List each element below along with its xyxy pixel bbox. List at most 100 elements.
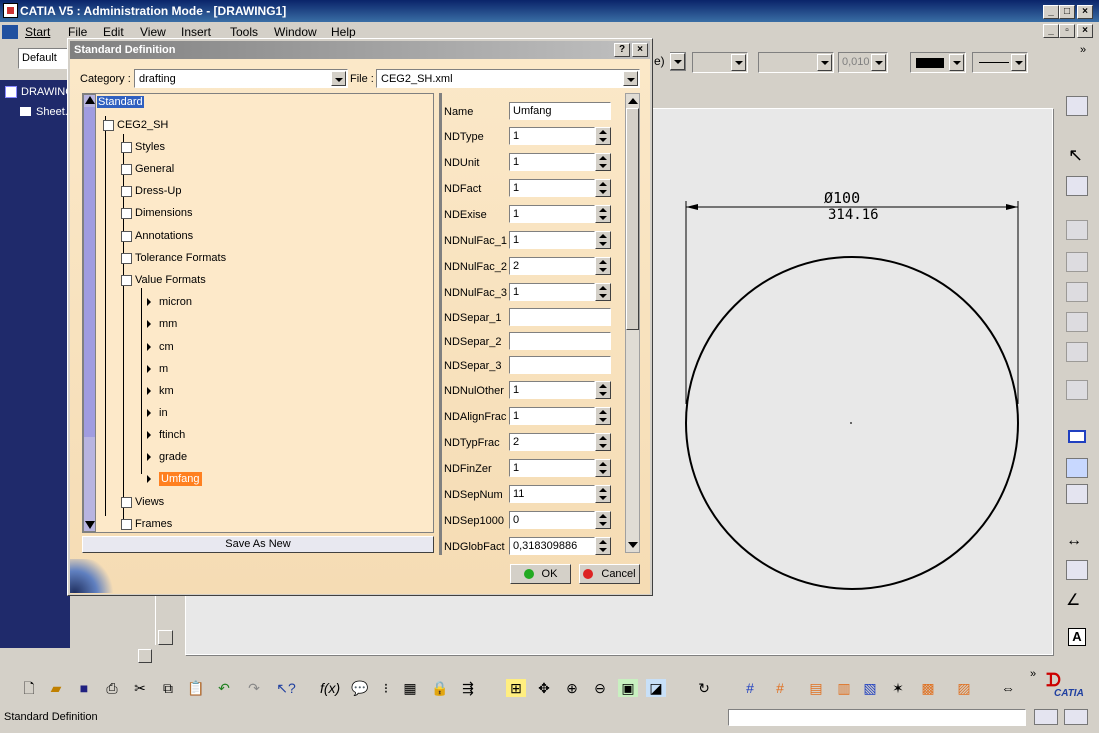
param-input-ndnulother[interactable]: 1 [509,381,595,399]
close-icon[interactable]: × [1077,5,1093,19]
new-icon[interactable]: 🗋 [19,679,39,697]
zoom-out-icon[interactable]: ⊖ [590,679,610,697]
analysis-icon[interactable]: ▤ [806,679,826,697]
tree-node-ftinch[interactable]: ftinch [147,429,185,441]
tree-node-frames[interactable]: Frames [121,518,172,530]
tree-node-ceg2[interactable]: CEG2_SH [103,119,168,131]
param-input-ndtype[interactable]: 1 [509,127,595,145]
param-input-ndfact[interactable]: 1 [509,179,595,197]
tree-node-micron[interactable]: micron [147,296,192,308]
section-view-icon[interactable] [1066,252,1088,272]
param-input-ndnulfac-2[interactable]: 2 [509,257,595,275]
param-input-ndsepar-3[interactable] [509,356,611,374]
menu-start[interactable]: Start [25,25,50,39]
knowledge-icon[interactable]: ⇶ [458,679,478,697]
clipping-icon[interactable] [1066,312,1088,332]
menu-window[interactable]: Window [274,25,317,39]
cancel-button[interactable]: Cancel [579,564,640,584]
save-icon[interactable]: ■ [74,679,94,697]
paste-icon[interactable]: 📋 [186,679,206,697]
param-input-ndfinzer[interactable]: 1 [509,459,595,477]
break-view-icon[interactable] [1066,342,1088,362]
toolbar-overflow-icon[interactable]: » [1080,44,1086,56]
size-combo[interactable] [692,52,748,73]
menu-view[interactable]: View [140,25,166,39]
dimension-icon[interactable]: ↔ [1066,532,1082,550]
undo-icon[interactable]: ↶ [214,679,234,697]
grid-toggle-icon[interactable]: # [740,679,760,697]
thickness-combo[interactable] [758,52,834,73]
tree-node-grade[interactable]: grade [147,451,187,463]
whats-this-icon[interactable]: ↖? [276,679,296,697]
spec-tree-root[interactable]: DRAWING [21,86,74,98]
doc-restore-icon[interactable]: ▫ [1059,24,1075,38]
minimize-icon[interactable]: _ [1043,5,1059,19]
points-icon[interactable] [1066,484,1088,504]
document-icon[interactable] [2,25,18,39]
comment-icon[interactable]: 💬 [350,679,370,697]
spinner-arrows-icon[interactable] [595,407,611,425]
spinner-arrows-icon[interactable] [595,485,611,503]
param-input-ndunit[interactable]: 1 [509,153,595,171]
frame-icon[interactable]: ▩ [918,679,938,697]
tree-node-umfang[interactable]: Umfang [147,472,202,486]
params-scroll-down-icon[interactable] [628,542,638,548]
spinner-arrows-icon[interactable] [595,127,611,145]
tree-node-styles[interactable]: Styles [121,141,165,153]
command-input[interactable] [728,709,1026,726]
view-icon[interactable] [1066,220,1088,240]
tree-scroll-thumb[interactable] [84,107,95,437]
bottom-toolbar-overflow-icon[interactable]: » [1030,668,1036,680]
tape-icon[interactable]: ⁝ [376,679,396,697]
tree-scroll-right-icon[interactable] [138,649,152,663]
doc-close-icon[interactable]: × [1077,24,1093,38]
tree-node-tolerance-formats[interactable]: Tolerance Formats [121,252,226,264]
linetype-combo[interactable] [972,52,1028,73]
tree-hscroll[interactable] [0,648,155,664]
params-scroll-up-icon[interactable] [628,98,638,104]
zoom-area-icon[interactable]: ▣ [618,679,638,697]
catia-app-icon[interactable] [3,3,18,18]
fit-all-icon[interactable]: ⊞ [506,679,526,697]
category-combo[interactable]: drafting [134,69,348,88]
wizard-icon[interactable] [1066,380,1088,400]
tree-vscroll[interactable] [83,94,96,532]
file-combo[interactable]: CEG2_SH.xml [376,69,640,88]
tree-node-general[interactable]: General [121,163,174,175]
geometry-icon[interactable]: ▥ [834,679,854,697]
menu-help[interactable]: Help [331,25,356,39]
save-as-new-button[interactable]: Save As New [82,536,434,553]
params-vscroll[interactable] [625,93,640,553]
menu-edit[interactable]: Edit [103,25,124,39]
cut-icon[interactable]: ✂ [130,679,150,697]
spinner-arrows-icon[interactable] [595,511,611,529]
canvas-scroll-down-icon[interactable] [158,630,173,645]
tree-node-mm[interactable]: mm [147,318,177,330]
tree-node-dress-up[interactable]: Dress-Up [121,185,181,197]
param-input-ndtypfrac[interactable]: 2 [509,433,595,451]
detail-view-icon[interactable] [1066,282,1088,302]
tree-node-annotations[interactable]: Annotations [121,230,193,242]
tree-node-cm[interactable]: cm [147,341,174,353]
normal-view-icon[interactable]: ◪ [646,679,666,697]
param-input-ndnulfac-1[interactable]: 1 [509,231,595,249]
print-icon[interactable]: ⎙ [102,679,122,697]
refresh-icon[interactable]: ↻ [694,679,714,697]
layout-icon[interactable]: ▨ [954,679,974,697]
formula-icon[interactable]: f(x) [320,679,340,697]
param-input-ndsep1000[interactable]: 0 [509,511,595,529]
spinner-arrows-icon[interactable] [595,433,611,451]
param-input-ndnulfac-3[interactable]: 1 [509,283,595,301]
param-input-name[interactable]: Umfang [509,102,611,120]
spinner-arrows-icon[interactable] [595,537,611,555]
style-combo[interactable]: Default [18,48,68,69]
spinner-arrows-icon[interactable] [595,179,611,197]
tree-node-views[interactable]: Views [121,496,164,508]
spinner-arrows-icon[interactable] [595,283,611,301]
ok-button[interactable]: OK [510,564,571,584]
copy-icon[interactable]: ⧉ [158,679,178,697]
param-input-ndalignfrac[interactable]: 1 [509,407,595,425]
tree-scroll-down-icon[interactable] [85,521,95,529]
tree-node-value-formats[interactable]: Value Formats [121,274,206,286]
dimension-set-icon[interactable] [1066,560,1088,580]
